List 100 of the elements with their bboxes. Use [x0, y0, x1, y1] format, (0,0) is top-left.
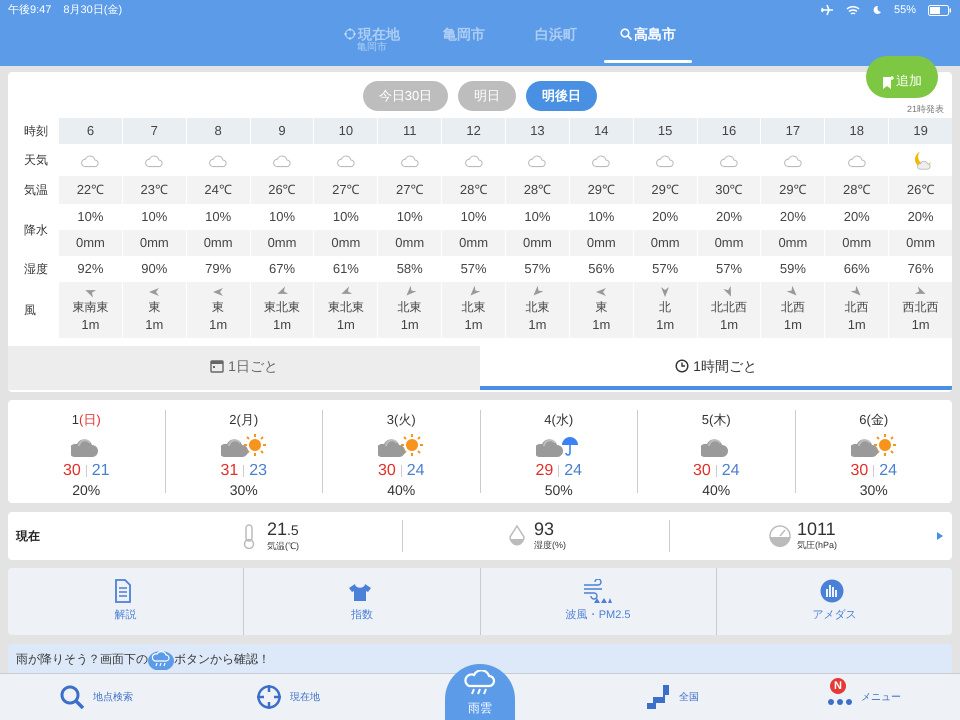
hour-cell-text: 7 — [150, 122, 158, 140]
day-date: 1(日) — [72, 411, 101, 429]
wind-speed-cell-text: 1m — [464, 316, 483, 334]
day-button[interactable]: 明後日 — [526, 81, 598, 111]
location-tab[interactable]: 白浜町 — [510, 20, 602, 60]
precip-amount-cell-text: 0mm — [650, 234, 680, 252]
hour-cell-text: 19 — [913, 122, 928, 140]
humidity-cell-text: 66% — [844, 260, 870, 278]
day-date: 4(水) — [544, 411, 574, 429]
wind-speed-cell-text: 1m — [81, 316, 100, 334]
status-date: 8月30日(金) — [63, 2, 122, 18]
row-label: 天気 — [24, 152, 48, 169]
rain-radar-button[interactable]: 雨雲 — [445, 664, 515, 720]
low-temp: 24 — [722, 462, 740, 480]
row-label: 時刻 — [24, 123, 48, 140]
wind-direction-cell: 北 — [659, 300, 672, 315]
menu-button[interactable]: アメダス — [716, 568, 952, 635]
day-date: 5(木) — [702, 411, 731, 429]
hour-cell-text: 6 — [86, 122, 94, 140]
search-icon — [620, 28, 632, 40]
temperature-cell-text: 29℃ — [588, 181, 616, 200]
high-temp: 29 — [535, 462, 554, 480]
wind-speed-cell-text: 1m — [209, 316, 228, 334]
wind-direction-cell: 東 — [148, 300, 160, 315]
battery-percent: 55% — [894, 2, 916, 18]
wind-arrow-icon — [531, 286, 544, 298]
row-label: 降水 — [24, 222, 48, 239]
wind-arrow-icon — [212, 286, 224, 298]
wind-waves-icon — [584, 579, 612, 604]
day-date: 2(月) — [229, 411, 258, 429]
cloud-sun-icon — [378, 432, 424, 458]
temperature-cell-text: 28℃ — [460, 181, 488, 200]
bookmark-plus-icon — [882, 76, 894, 90]
wind-arrow-icon — [148, 286, 160, 298]
precip-chance: 40% — [702, 480, 730, 500]
current-caption: 湿度(%) — [534, 539, 566, 552]
wind-speed-cell-text: 1m — [400, 316, 419, 334]
wind-direction-cell: 北西 — [844, 300, 869, 315]
precip-chance: 40% — [387, 480, 416, 500]
temperature-cell-text: 28℃ — [843, 181, 870, 200]
current-value: 93 — [534, 519, 556, 540]
day-button[interactable]: 今日30日 — [362, 81, 448, 111]
location-tab[interactable]: 亀岡市 — [418, 20, 510, 60]
wind-direction-cell: 東北東 — [328, 300, 364, 315]
wind-arrow-icon — [850, 286, 863, 298]
dots-icon — [827, 698, 853, 706]
notice-text: ボタンから確認！ — [174, 651, 270, 668]
cloud-sun-icon — [220, 432, 267, 458]
location-tab[interactable]: 現在地 亀岡市 — [326, 20, 418, 60]
view-tab[interactable]: 1日ごと — [8, 346, 480, 390]
wind-arrow-icon — [595, 286, 608, 298]
wind-direction-cell: 北北西 — [711, 300, 748, 315]
precip-chance-cell-text: 20% — [844, 208, 870, 226]
wind-speed-cell-text: 1m — [784, 316, 802, 334]
wind-speed-cell-text: 1m — [528, 316, 546, 334]
wind-direction-cell: 東 — [212, 300, 224, 315]
wind-direction-cell: 北東 — [525, 300, 550, 315]
wind-speed-cell-text: 1m — [336, 316, 355, 334]
precip-chance-cell-text: 10% — [524, 208, 550, 226]
precip-amount-cell-text: 0mm — [714, 234, 744, 252]
day-button[interactable]: 明日 — [458, 81, 516, 111]
row-label: 風 — [24, 302, 36, 319]
humidity-cell-text: 56% — [588, 260, 614, 278]
precip-chance-cell-text: 10% — [460, 208, 487, 226]
battery-icon — [928, 4, 952, 16]
nav-button[interactable]: 全国 — [645, 684, 699, 710]
cloud-sun-icon — [850, 432, 897, 458]
hour-cell-text: 8 — [214, 122, 222, 140]
row-label: 気温 — [24, 182, 48, 199]
day-date: 3(火) — [386, 411, 416, 429]
precip-amount-cell-text: 0mm — [331, 234, 360, 252]
nav-button[interactable]: 地点検索 — [59, 684, 133, 710]
menu-button[interactable]: 解説 — [8, 568, 244, 635]
wind-speed-cell-text: 1m — [272, 316, 292, 334]
location-tab[interactable]: 高島市 — [602, 20, 694, 60]
wind-direction-cell: 西北西 — [902, 300, 939, 315]
hour-cell-text: 10 — [338, 122, 354, 140]
hour-cell-text: 9 — [278, 122, 286, 140]
menu-button[interactable]: 波風・PM2.5 — [480, 568, 716, 635]
precip-amount-cell-text: 0mm — [586, 234, 616, 252]
hour-cell-text: 17 — [786, 122, 800, 140]
low-temp: 24 — [879, 462, 898, 480]
low-temp: 24 — [406, 462, 425, 480]
menu-button[interactable]: 指数 — [243, 568, 480, 635]
wind-arrow-icon — [404, 286, 416, 298]
nav-button[interactable]: 現在地 — [256, 684, 320, 710]
precip-chance-cell-text: 20% — [908, 208, 934, 226]
precip-chance-cell-text: 10% — [268, 208, 296, 226]
wind-arrow-icon — [659, 286, 672, 298]
precip-chance: 30% — [230, 480, 258, 500]
wind-speed-cell-text: 1m — [848, 316, 866, 334]
precip-amount-cell-text: 0mm — [842, 234, 872, 252]
precip-amount-cell-text: 0mm — [906, 234, 936, 252]
temperature-cell-text: 23℃ — [140, 181, 168, 200]
hour-cell-text: 15 — [658, 122, 672, 140]
moon-icon — [872, 5, 882, 15]
rain-cloud-icon — [148, 648, 174, 670]
wind-direction-cell: 北東 — [462, 300, 486, 315]
day-date: 6(金) — [859, 411, 888, 429]
high-temp: 31 — [220, 462, 238, 480]
